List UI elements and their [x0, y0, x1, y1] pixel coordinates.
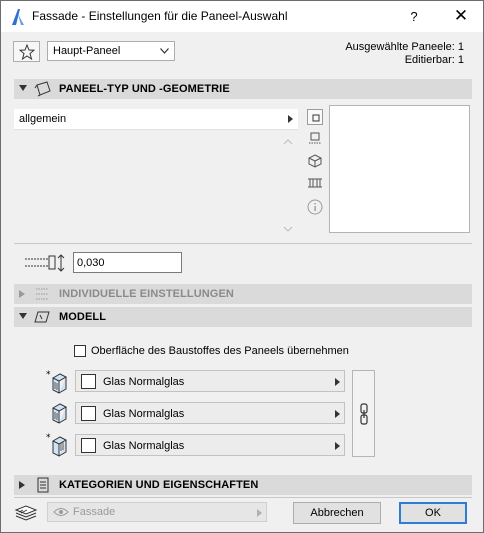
elevation-view-icon: [309, 132, 321, 144]
selection-info: Ausgewählte Paneele: 1 Editierbar: 1: [345, 41, 464, 67]
section-header-individual: INDIVIDUELLE EINSTELLUNGEN: [14, 284, 472, 304]
scroll-up-icon[interactable]: [283, 139, 293, 145]
section-title-categories: KATEGORIEN UND EIGENSCHAFTEN: [59, 479, 259, 491]
individual-settings-icon: [36, 288, 48, 300]
editable-count: Editierbar: 1: [404, 54, 464, 66]
chevron-down-icon: [160, 48, 169, 54]
material-row-outer[interactable]: Glas Normalglas: [75, 370, 345, 392]
svg-text:*: *: [46, 433, 51, 443]
material-swatch: [81, 438, 96, 453]
favorites-button[interactable]: [13, 41, 40, 62]
layer-value: Fassade: [73, 506, 116, 518]
panel-inner-face-icon: *: [46, 433, 68, 457]
panel-outer-face-icon: *: [46, 370, 68, 394]
link-materials-button[interactable]: [352, 370, 375, 457]
section-view-button[interactable]: [307, 175, 323, 191]
3d-view-button[interactable]: [307, 153, 323, 169]
material-swatch: [81, 374, 96, 389]
material-row-inner[interactable]: Glas Normalglas: [75, 434, 345, 456]
plan-view-icon: [312, 114, 320, 122]
plan-view-button[interactable]: [307, 109, 323, 125]
material-label: Glas Normalglas: [103, 376, 185, 388]
section-title-individual: INDIVIDUELLE EINSTELLUNGEN: [59, 288, 234, 300]
panel-geometry-icon: [34, 81, 51, 97]
override-surface-label: Oberfläche des Baustoffes des Paneels üb…: [91, 345, 349, 357]
info-icon: [307, 199, 323, 215]
svg-text:*: *: [46, 370, 51, 380]
title-bar: Fassade - Einstellungen für die Paneel-A…: [1, 1, 483, 32]
document-list-icon: [37, 477, 49, 493]
triangle-down-icon: [19, 313, 27, 319]
material-row-edge[interactable]: Glas Normalglas: [75, 402, 345, 424]
help-button[interactable]: ?: [404, 6, 424, 28]
material-label: Glas Normalglas: [103, 408, 185, 420]
section-header-geometry[interactable]: PANEEL-TYP UND -GEOMETRIE: [14, 79, 472, 99]
elevation-view-button[interactable]: [307, 131, 323, 147]
panel-type-row[interactable]: allgemein: [14, 109, 298, 130]
star-icon: [19, 44, 35, 60]
triangle-down-icon: [19, 85, 27, 91]
section-header-model[interactable]: MODELL: [14, 307, 472, 327]
selected-count: Ausgewählte Paneele: 1: [345, 41, 464, 53]
layer-dropdown: Fassade: [47, 502, 267, 522]
section-header-categories[interactable]: KATEGORIEN UND EIGENSCHAFTEN: [14, 475, 472, 495]
section-title-geometry: PANEEL-TYP UND -GEOMETRIE: [59, 83, 230, 95]
eye-icon: [53, 508, 69, 516]
chevron-right-icon: [257, 509, 262, 517]
chain-link-icon: [360, 403, 368, 425]
chevron-right-icon: [335, 410, 340, 418]
chevron-right-icon: [288, 115, 293, 123]
panel-thickness-icon: [25, 254, 65, 272]
section-view-icon: [308, 178, 322, 188]
panel-edge-icon: [51, 403, 68, 424]
material-swatch: [81, 406, 96, 421]
scroll-down-icon[interactable]: [283, 226, 293, 232]
divider: [14, 243, 472, 244]
info-button[interactable]: [307, 199, 323, 215]
chevron-right-icon: [335, 442, 340, 450]
section-title-model: MODELL: [59, 311, 107, 323]
cancel-button[interactable]: Abbrechen: [293, 502, 381, 524]
archicad-icon: [10, 8, 26, 26]
chevron-right-icon: [335, 378, 340, 386]
panel-class-value: Haupt-Paneel: [53, 45, 121, 57]
window-title: Fassade - Einstellungen für die Paneel-A…: [32, 9, 288, 23]
triangle-right-icon: [19, 481, 25, 489]
divider: [14, 497, 472, 498]
thickness-input[interactable]: 0,030: [73, 252, 182, 273]
3d-view-icon: [308, 154, 322, 168]
thickness-value: 0,030: [77, 257, 105, 269]
dialog-window: Fassade - Einstellungen für die Paneel-A…: [0, 0, 484, 533]
panel-class-dropdown[interactable]: Haupt-Paneel: [47, 41, 175, 61]
layer-stack-icon: [14, 505, 38, 521]
panel-type-label: allgemein: [19, 113, 67, 125]
model-icon: [34, 311, 50, 323]
panel-preview: [329, 105, 470, 233]
triangle-right-icon: [19, 290, 25, 298]
close-button[interactable]: ✕: [446, 5, 476, 29]
ok-button[interactable]: OK: [399, 502, 467, 524]
material-label: Glas Normalglas: [103, 440, 185, 452]
override-surface-checkbox[interactable]: [74, 345, 86, 357]
